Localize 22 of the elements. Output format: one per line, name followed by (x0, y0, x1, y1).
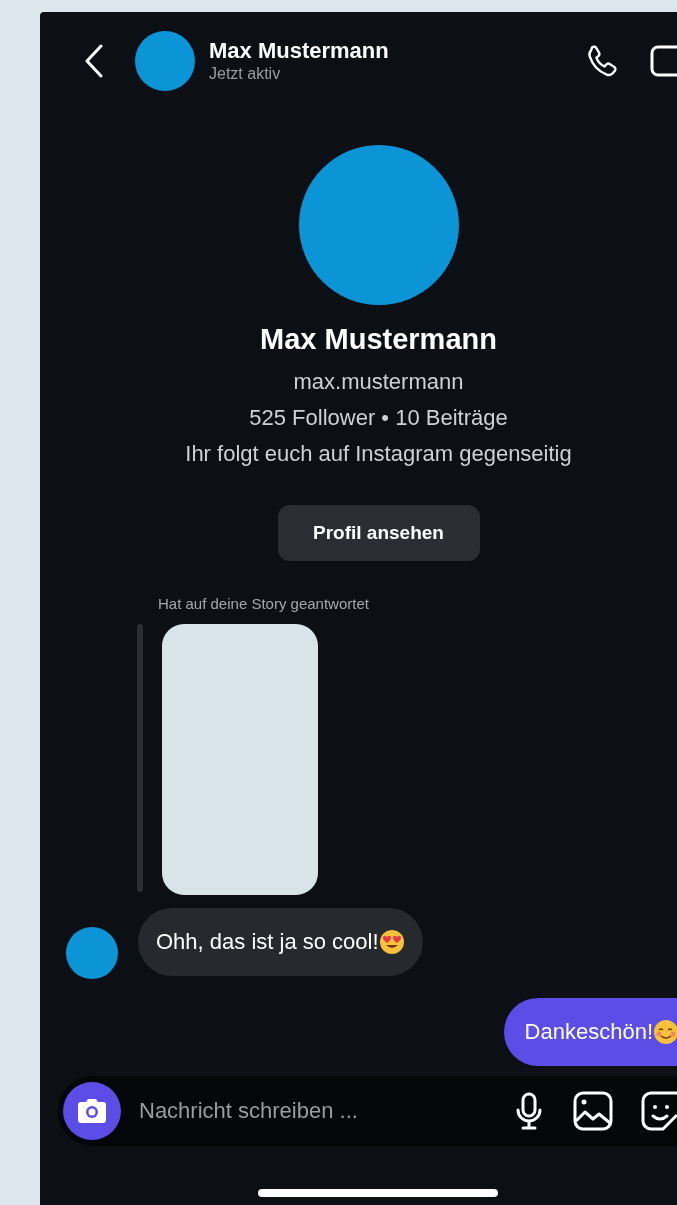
profile-stats: 525 Follower • 10 Beiträge (249, 404, 508, 432)
camera-button[interactable] (63, 1082, 121, 1140)
microphone-icon[interactable] (515, 1092, 543, 1130)
profile-name: Max Mustermann (260, 322, 497, 356)
story-reply-label: Hat auf deine Story geantwortet (158, 595, 370, 613)
message-text: Ohh, das ist ja so cool! (156, 929, 379, 955)
heart-eyes-emoji-icon (378, 929, 405, 955)
mutual-follow-text: Ihr folgt euch auf Instagram gegenseitig (185, 440, 572, 468)
back-icon[interactable] (84, 44, 104, 78)
camera-icon (77, 1098, 107, 1124)
avatar (66, 927, 118, 979)
sticker-icon[interactable] (641, 1091, 677, 1131)
view-profile-button[interactable]: Profil ansehen (277, 505, 480, 561)
username: max.mustermann (293, 368, 464, 396)
gallery-icon[interactable] (573, 1091, 613, 1131)
message-text: Dankeschön! (524, 1019, 653, 1045)
contact-name: Max Mustermann (209, 38, 390, 64)
avatar[interactable] (135, 31, 195, 91)
message-input[interactable]: Nachricht schreiben ... (137, 1097, 515, 1125)
video-icon[interactable] (650, 44, 677, 78)
status-text: Jetzt aktiv (209, 64, 282, 84)
smiling-emoji-icon (653, 1019, 677, 1045)
